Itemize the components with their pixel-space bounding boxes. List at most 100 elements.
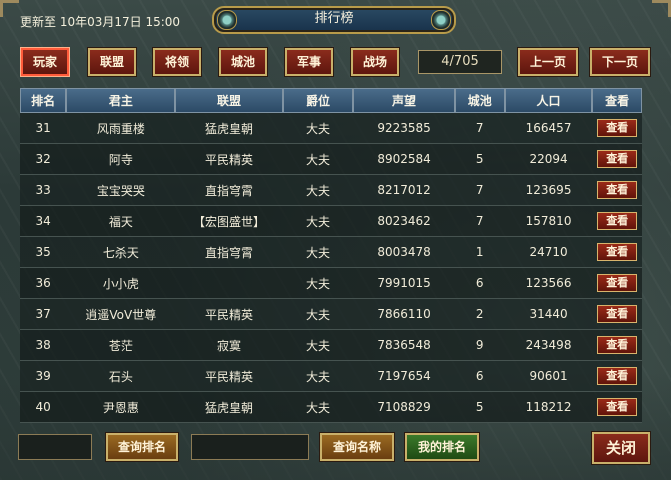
rank-cell: 33 — [20, 175, 67, 206]
view-cell: 查看 — [592, 144, 642, 175]
rank-cell: 34 — [20, 206, 67, 237]
prestige-cell: 7836548 — [353, 330, 455, 361]
view-cell: 查看 — [592, 175, 642, 206]
population-cell: 24710 — [504, 237, 593, 268]
view-button[interactable]: 查看 — [597, 212, 638, 230]
rank-cell: 35 — [20, 237, 67, 268]
table-row: 38 苍茫 寂寞 大夫 7836548 9 243498 查看 — [20, 330, 642, 361]
rank-cell: 37 — [20, 299, 67, 330]
col-view: 查看 — [592, 88, 642, 113]
title-cell: 大夫 — [282, 237, 354, 268]
col-lord: 君主 — [66, 88, 176, 113]
name-search-input[interactable] — [191, 434, 309, 460]
lord-cell: 风雨重楼 — [66, 113, 176, 144]
lord-cell: 小小虎 — [66, 268, 176, 299]
view-cell: 查看 — [592, 392, 642, 423]
title-cell: 大夫 — [282, 392, 354, 423]
view-button[interactable]: 查看 — [597, 243, 638, 261]
alliance-cell: 平民精英 — [175, 144, 283, 175]
ranking-table: 排名 君主 联盟 爵位 声望 城池 人口 查看 31 风雨重楼 猛虎皇朝 大夫 … — [20, 88, 642, 423]
tab-military[interactable]: 军事 — [285, 48, 333, 76]
frame-corner-right — [652, 0, 671, 17]
cities-cell: 5 — [454, 144, 505, 175]
view-button[interactable]: 查看 — [597, 305, 638, 323]
prestige-cell: 7108829 — [353, 392, 455, 423]
alliance-cell — [175, 268, 283, 299]
population-cell: 243498 — [504, 330, 593, 361]
view-button[interactable]: 查看 — [597, 274, 638, 292]
query-rank-button[interactable]: 查询排名 — [106, 433, 178, 461]
title-text: 排行榜 — [314, 11, 354, 26]
cities-cell: 5 — [454, 392, 505, 423]
view-cell: 查看 — [592, 206, 642, 237]
view-button[interactable]: 查看 — [597, 398, 638, 416]
cities-cell: 2 — [454, 299, 505, 330]
title-cell: 大夫 — [282, 144, 354, 175]
tab-city[interactable]: 城池 — [219, 48, 267, 76]
table-row: 34 福天 【宏图盛世】 大夫 8023462 7 157810 查看 — [20, 206, 642, 237]
population-cell: 90601 — [504, 361, 593, 392]
prestige-cell: 8902584 — [353, 144, 455, 175]
table-row: 32 阿寺 平民精英 大夫 8902584 5 22094 查看 — [20, 144, 642, 175]
title-cell: 大夫 — [282, 175, 354, 206]
alliance-cell: 直指穹霄 — [175, 175, 283, 206]
prestige-cell: 7991015 — [353, 268, 455, 299]
table-row: 40 尹恩惠 猛虎皇朝 大夫 7108829 5 118212 查看 — [20, 392, 642, 423]
cities-cell: 6 — [454, 268, 505, 299]
prev-page-button[interactable]: 上一页 — [518, 48, 578, 76]
title-cell: 大夫 — [282, 268, 354, 299]
view-cell: 查看 — [592, 330, 642, 361]
tab-player[interactable]: 玩家 — [21, 48, 69, 76]
close-button[interactable]: 关闭 — [592, 432, 650, 464]
cities-cell: 9 — [454, 330, 505, 361]
tab-general[interactable]: 将领 — [153, 48, 201, 76]
population-cell: 22094 — [504, 144, 593, 175]
lord-cell: 苍茫 — [66, 330, 176, 361]
view-cell: 查看 — [592, 299, 642, 330]
alliance-cell: 寂寞 — [175, 330, 283, 361]
table-row: 37 逍遥VoV世尊 平民精英 大夫 7866110 2 31440 查看 — [20, 299, 642, 330]
rank-cell: 32 — [20, 144, 67, 175]
alliance-cell: 平民精英 — [175, 299, 283, 330]
cities-cell: 1 — [454, 237, 505, 268]
window-title: 排行榜 — [212, 6, 456, 34]
prestige-cell: 8217012 — [353, 175, 455, 206]
table-row: 35 七杀天 直指穹霄 大夫 8003478 1 24710 查看 — [20, 237, 642, 268]
view-button[interactable]: 查看 — [597, 181, 638, 199]
view-button[interactable]: 查看 — [597, 150, 638, 168]
table-header-row: 排名 君主 联盟 爵位 声望 城池 人口 查看 — [20, 88, 642, 113]
prestige-cell: 8003478 — [353, 237, 455, 268]
view-button[interactable]: 查看 — [597, 336, 638, 354]
alliance-cell: 猛虎皇朝 — [175, 392, 283, 423]
next-page-button[interactable]: 下一页 — [590, 48, 650, 76]
alliance-cell: 直指穹霄 — [175, 237, 283, 268]
cities-cell: 7 — [454, 113, 505, 144]
col-rank: 排名 — [20, 88, 67, 113]
lord-cell: 福天 — [66, 206, 176, 237]
title-cell: 大夫 — [282, 113, 354, 144]
view-button[interactable]: 查看 — [597, 119, 638, 137]
title-knob-left-icon — [217, 10, 237, 30]
cities-cell: 6 — [454, 361, 505, 392]
view-cell: 查看 — [592, 113, 642, 144]
rank-cell: 36 — [20, 268, 67, 299]
title-cell: 大夫 — [282, 361, 354, 392]
updated-timestamp: 更新至 10年03月17日 15:00 — [20, 15, 181, 29]
lord-cell: 逍遥VoV世尊 — [66, 299, 176, 330]
rank-search-input[interactable] — [18, 434, 92, 460]
title-cell: 大夫 — [282, 299, 354, 330]
population-cell: 166457 — [504, 113, 593, 144]
prestige-cell: 9223585 — [353, 113, 455, 144]
col-prestige: 声望 — [353, 88, 455, 113]
view-button[interactable]: 查看 — [597, 367, 638, 385]
title-knob-right-icon — [431, 10, 451, 30]
my-rank-button[interactable]: 我的排名 — [405, 433, 479, 461]
query-name-button[interactable]: 查询名称 — [320, 433, 394, 461]
lord-cell: 石头 — [66, 361, 176, 392]
table-row: 33 宝宝哭哭 直指穹霄 大夫 8217012 7 123695 查看 — [20, 175, 642, 206]
tab-alliance[interactable]: 联盟 — [88, 48, 136, 76]
population-cell: 123695 — [504, 175, 593, 206]
title-cell: 大夫 — [282, 206, 354, 237]
table-row: 31 风雨重楼 猛虎皇朝 大夫 9223585 7 166457 查看 — [20, 113, 642, 144]
tab-battlefield[interactable]: 战场 — [351, 48, 399, 76]
